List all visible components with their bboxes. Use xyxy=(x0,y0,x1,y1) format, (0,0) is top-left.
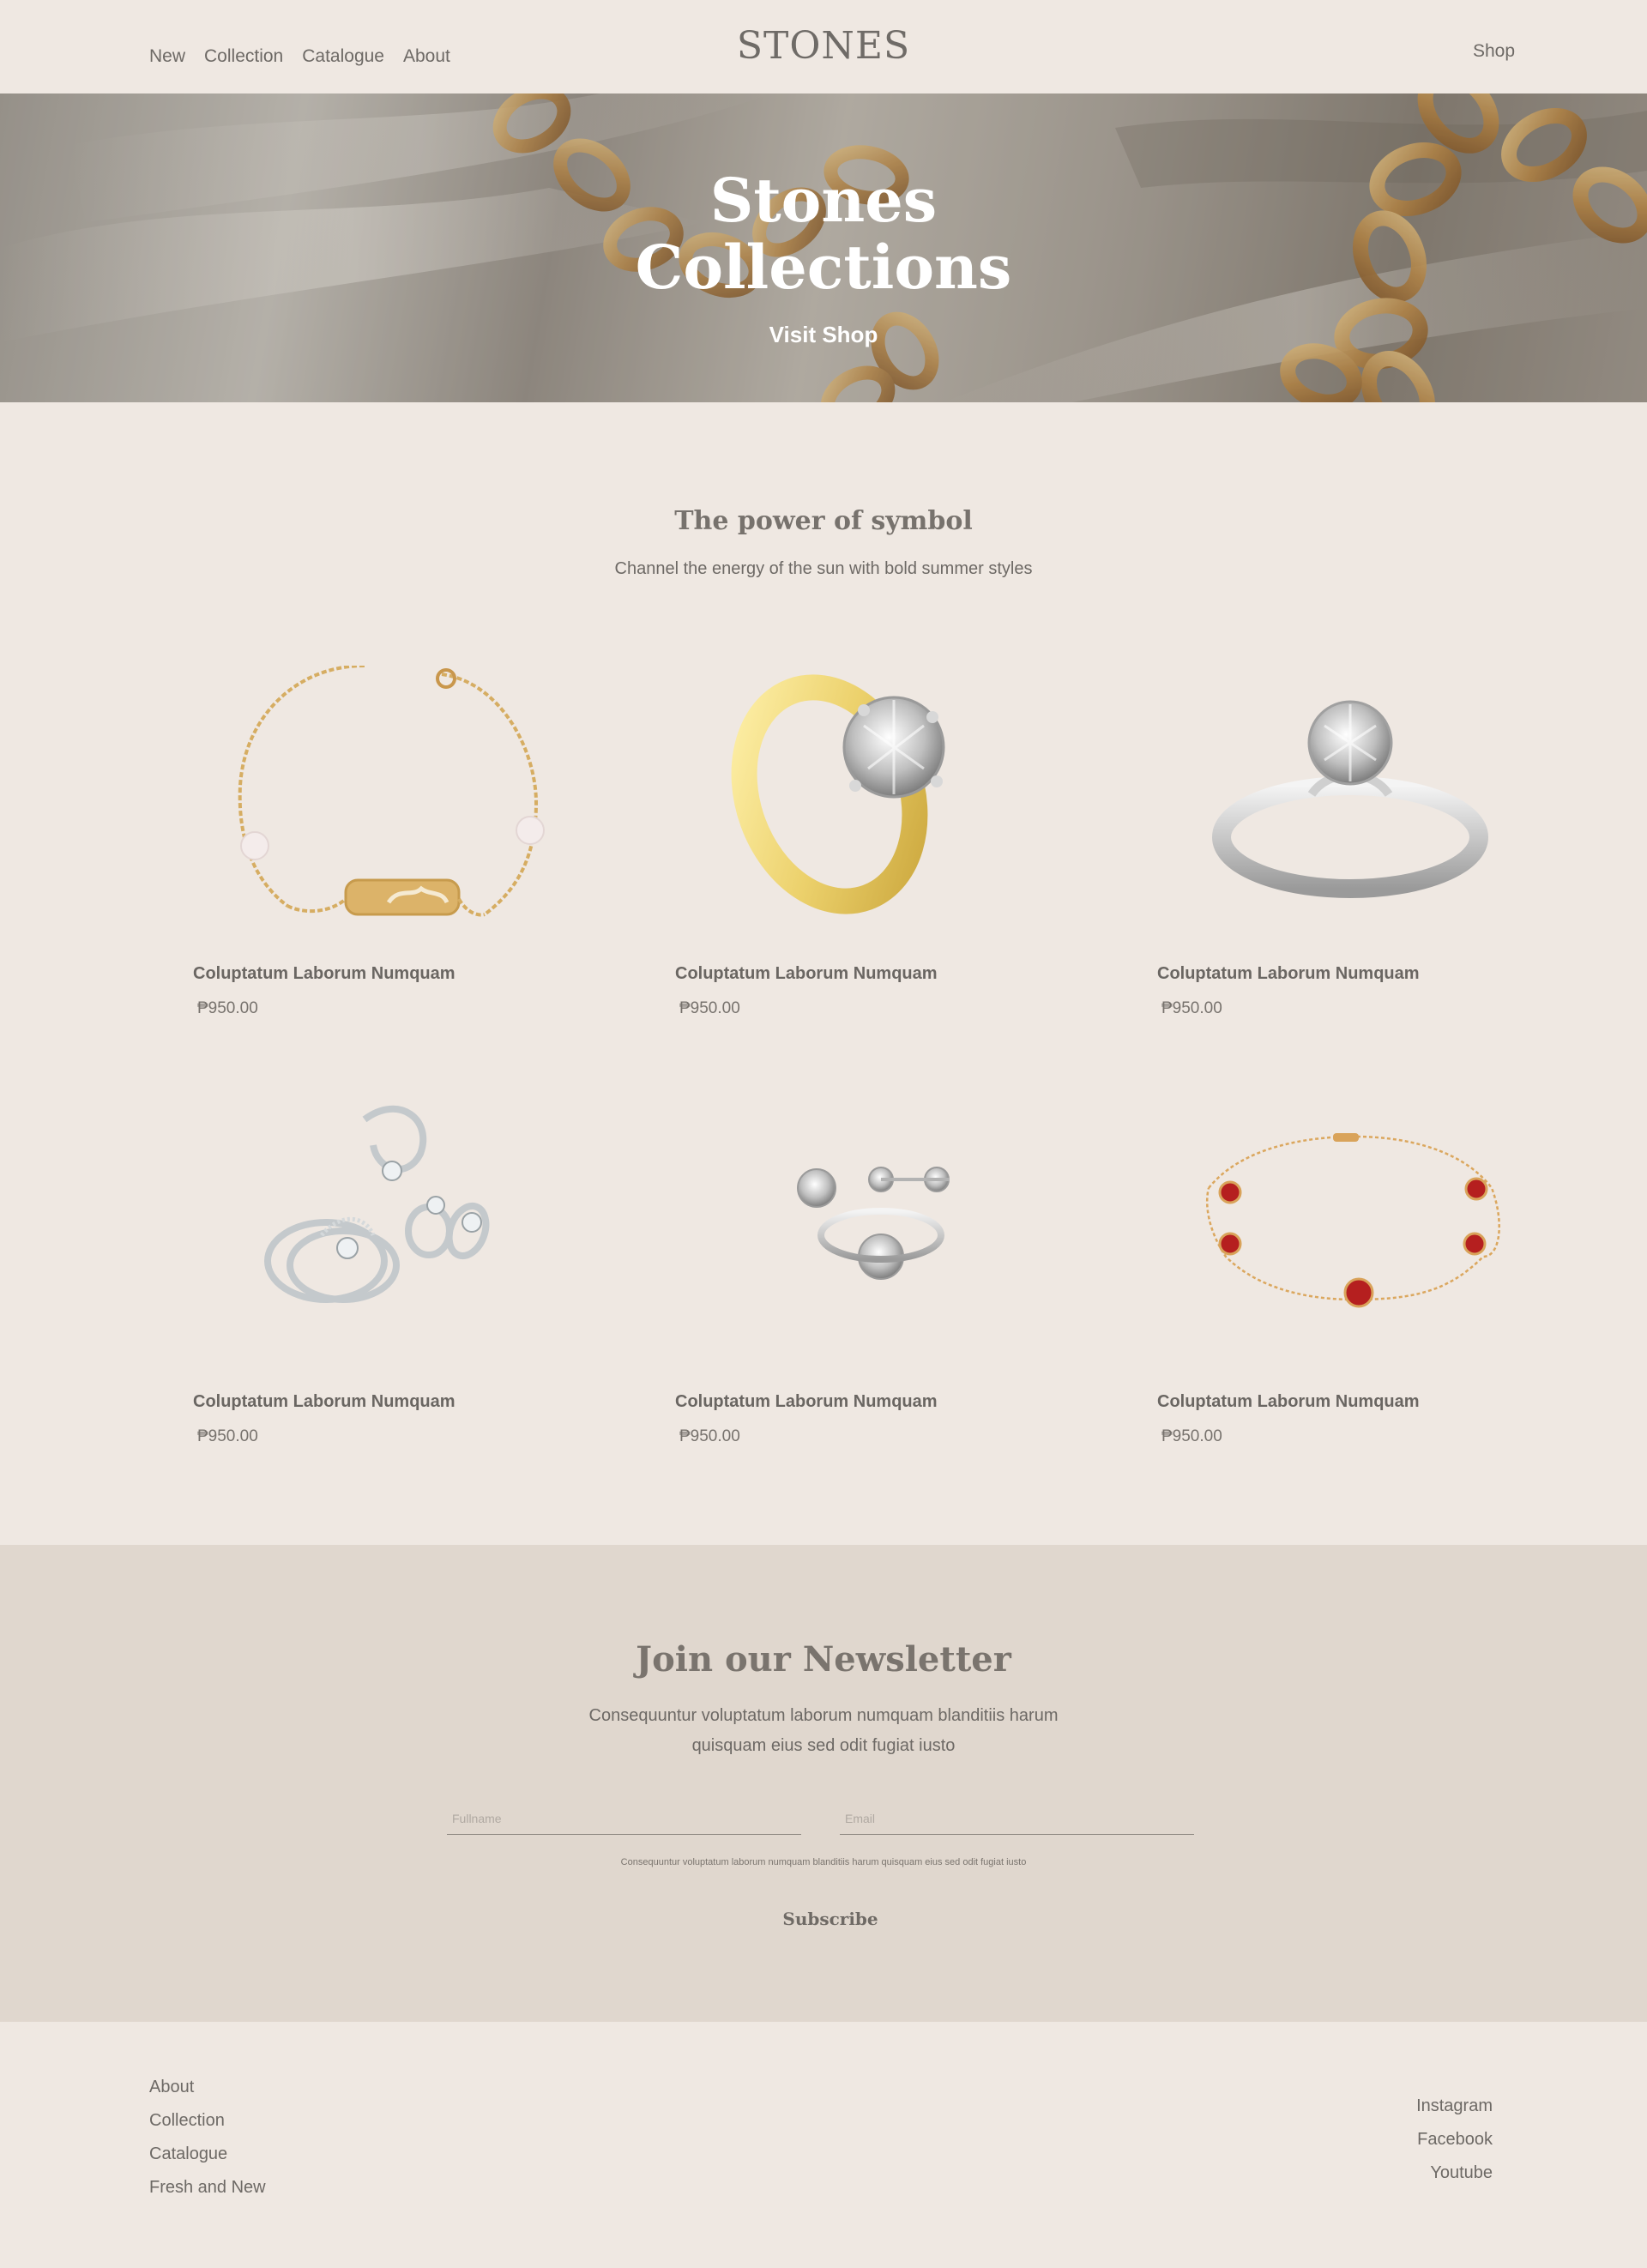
subscribe-button[interactable]: Subscribe xyxy=(0,1909,1647,1929)
site-header: New Collection Catalogue About STONES Sh… xyxy=(0,0,1647,93)
footer-link-instagram[interactable]: Instagram xyxy=(1416,2090,1493,2123)
product-card[interactable]: Coluptatum Laborum Numquam ₱950.00 xyxy=(193,1094,588,1480)
product-card[interactable]: Coluptatum Laborum Numquam ₱950.00 xyxy=(193,666,588,1052)
email-input[interactable] xyxy=(840,1802,1194,1834)
hero-title-line2: Collections xyxy=(635,232,1012,303)
earrings-ring-set-image xyxy=(797,1167,950,1280)
section-subtitle: Channel the energy of the sun with bold … xyxy=(614,559,1033,578)
newsletter-text-line1: Consequuntur voluptatum laborum numquam … xyxy=(588,1706,1059,1725)
footer-link-about[interactable]: About xyxy=(149,2071,266,2104)
silver-ring-image xyxy=(1212,700,1488,898)
product-price: ₱950.00 xyxy=(1161,999,1222,1017)
product-name: Coluptatum Laborum Numquam xyxy=(675,1392,938,1411)
product-price: ₱950.00 xyxy=(197,999,258,1017)
footer-social: Instagram Facebook Youtube xyxy=(1416,2090,1493,2190)
product-price: ₱950.00 xyxy=(679,999,740,1017)
hero-title: Stones Collections xyxy=(0,167,1647,301)
hero-banner: Stones Collections Visit Shop xyxy=(0,93,1647,402)
fullname-field xyxy=(447,1802,801,1835)
fullname-input[interactable] xyxy=(447,1802,801,1834)
product-price: ₱950.00 xyxy=(1161,1427,1222,1445)
product-price: ₱950.00 xyxy=(197,1427,258,1445)
footer-links: About Collection Catalogue Fresh and New xyxy=(149,2071,266,2205)
newsletter-section: Join our Newsletter Consequuntur volupta… xyxy=(0,1545,1647,2022)
footer-link-facebook[interactable]: Facebook xyxy=(1416,2123,1493,2156)
red-clover-bracelet-image xyxy=(1205,1133,1500,1308)
product-name: Coluptatum Laborum Numquam xyxy=(1157,1392,1420,1411)
product-name: Coluptatum Laborum Numquam xyxy=(675,964,938,983)
product-card[interactable]: Coluptatum Laborum Numquam ₱950.00 xyxy=(1157,666,1552,1052)
gold-bracelet-image xyxy=(238,666,545,917)
visit-shop-button[interactable]: Visit Shop xyxy=(0,322,1647,348)
product-card[interactable]: Coluptatum Laborum Numquam ₱950.00 xyxy=(675,1094,1070,1480)
product-name: Coluptatum Laborum Numquam xyxy=(193,1392,455,1411)
newsletter-title: Join our Newsletter xyxy=(636,1639,1011,1680)
product-name: Coluptatum Laborum Numquam xyxy=(193,964,455,983)
footer-link-catalogue[interactable]: Catalogue xyxy=(149,2138,266,2171)
product-name: Coluptatum Laborum Numquam xyxy=(1157,964,1420,983)
email-field xyxy=(840,1802,1194,1835)
product-card[interactable]: Coluptatum Laborum Numquam ₱950.00 xyxy=(675,666,1070,1052)
silver-jewelry-set-image xyxy=(264,1105,490,1303)
product-card[interactable]: Coluptatum Laborum Numquam ₱950.00 xyxy=(1157,1094,1552,1480)
newsletter-disclaimer: Consequuntur voluptatum laborum numquam … xyxy=(620,1857,1027,1867)
nav-shop[interactable]: Shop xyxy=(1473,41,1515,62)
gold-ring-image xyxy=(731,674,945,914)
newsletter-description: Consequuntur voluptatum laborum numquam … xyxy=(0,1701,1647,1761)
product-price: ₱950.00 xyxy=(679,1427,740,1445)
site-logo[interactable]: STONES xyxy=(0,24,1647,68)
section-title: The power of symbol xyxy=(674,506,973,536)
hero-title-line1: Stones xyxy=(709,165,938,236)
footer-link-fresh-and-new[interactable]: Fresh and New xyxy=(149,2171,266,2205)
footer-link-collection[interactable]: Collection xyxy=(149,2104,266,2138)
newsletter-text-line2: quisquam eius sed odit fugiat iusto xyxy=(691,1736,956,1755)
footer-link-youtube[interactable]: Youtube xyxy=(1416,2156,1493,2190)
